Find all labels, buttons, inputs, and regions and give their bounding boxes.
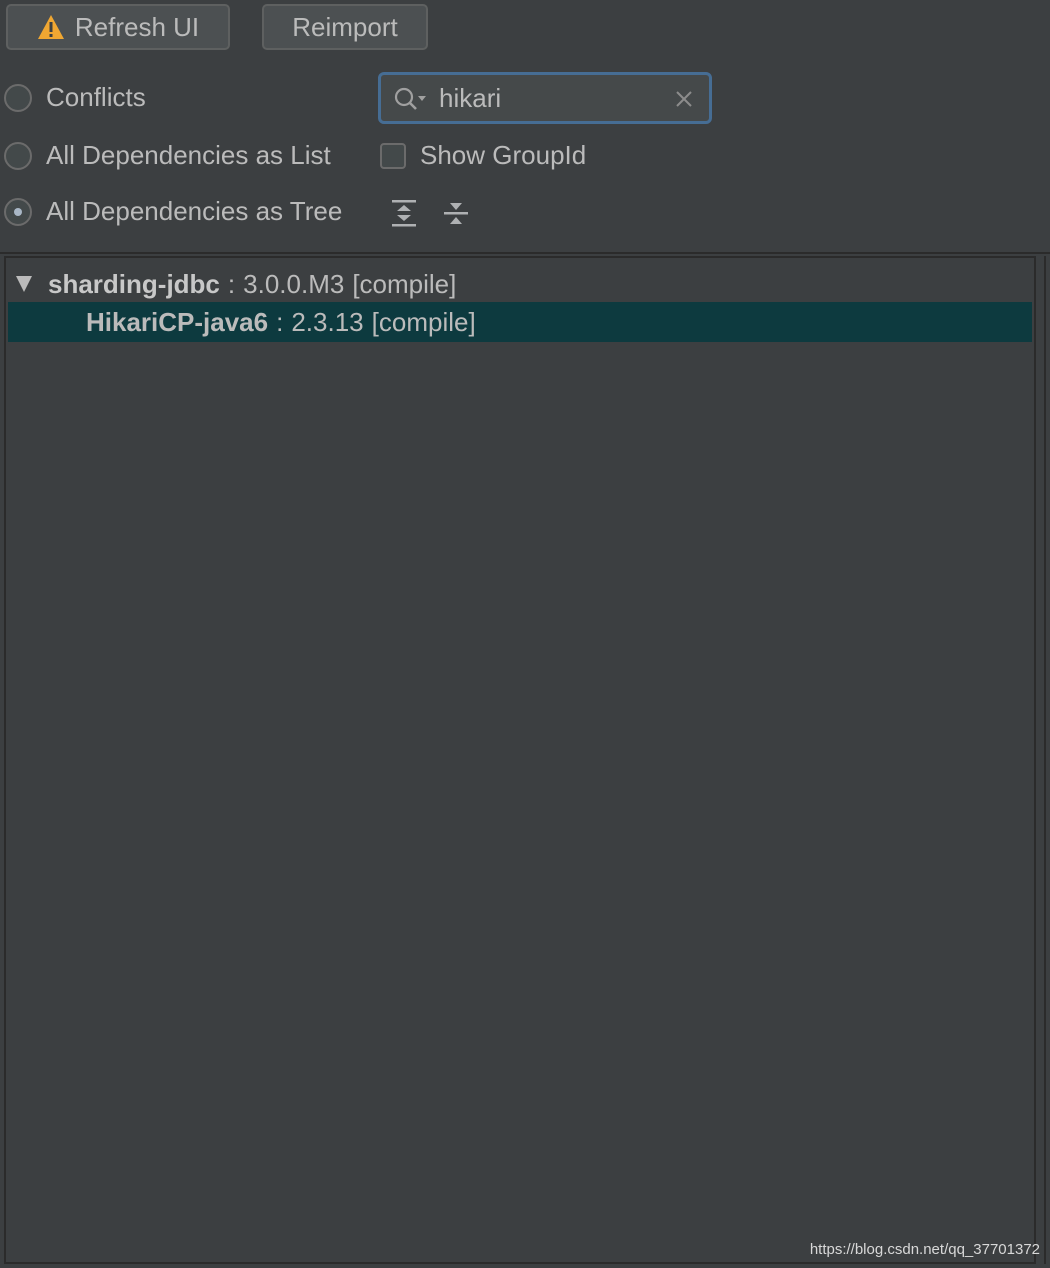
scrollbar-track[interactable] [1044,256,1046,1264]
tree-node-artifact: HikariCP-java6 [86,306,269,337]
tree-node-child-selected[interactable]: HikariCP-java6 : 2.3.13 [compile] [8,302,1032,342]
tree-node-artifact: sharding-jdbc [48,268,220,299]
close-icon[interactable] [673,88,695,110]
expand-all-icon[interactable] [390,198,418,228]
radio-list-circle[interactable] [4,141,32,170]
radio-conflicts[interactable]: Conflicts [4,82,146,113]
triangle-down-icon[interactable] [16,276,32,292]
tree-node-root[interactable]: sharding-jdbc : 3.0.0.M3 [compile] [8,264,1032,304]
radio-all-dependencies-list[interactable]: All Dependencies as List [4,140,331,171]
tree-node-separator: : [227,268,236,299]
refresh-ui-button[interactable]: Refresh UI [6,4,230,50]
search-field[interactable] [378,72,712,124]
tree-node-scope: [compile] [371,306,476,337]
watermark: https://blog.csdn.net/qq_37701372 [809,1241,1040,1258]
dependency-tree[interactable]: sharding-jdbc : 3.0.0.M3 [compile] Hikar… [4,256,1036,1264]
search-icon[interactable] [393,86,429,112]
show-groupid-checkbox[interactable] [380,142,406,169]
radio-all-dependencies-tree[interactable]: All Dependencies as Tree [4,196,342,227]
maven-helper-panel: Refresh UI Reimport Conflicts All Depend… [0,0,1050,1268]
radio-conflicts-label: Conflicts [46,82,146,112]
tree-node-scope: [compile] [352,268,457,299]
tree-node-separator: : [276,306,284,337]
refresh-ui-label: Refresh UI [74,11,200,42]
tree-node-version: 3.0.0.M3 [243,268,345,299]
collapse-all-icon[interactable] [442,198,470,228]
show-groupid-checkbox-row[interactable]: Show GroupId [380,140,586,171]
divider [0,252,1050,254]
radio-conflicts-circle[interactable] [4,83,32,112]
reimport-label: Reimport [292,11,398,42]
radio-list-label: All Dependencies as List [46,140,331,170]
reimport-button[interactable]: Reimport [262,4,428,50]
tree-node-version: 2.3.13 [291,306,364,337]
radio-tree-circle[interactable] [4,197,32,226]
show-groupid-label: Show GroupId [420,140,587,170]
radio-tree-label: All Dependencies as Tree [46,196,343,226]
warning-icon [37,15,64,39]
search-input[interactable] [439,81,649,115]
